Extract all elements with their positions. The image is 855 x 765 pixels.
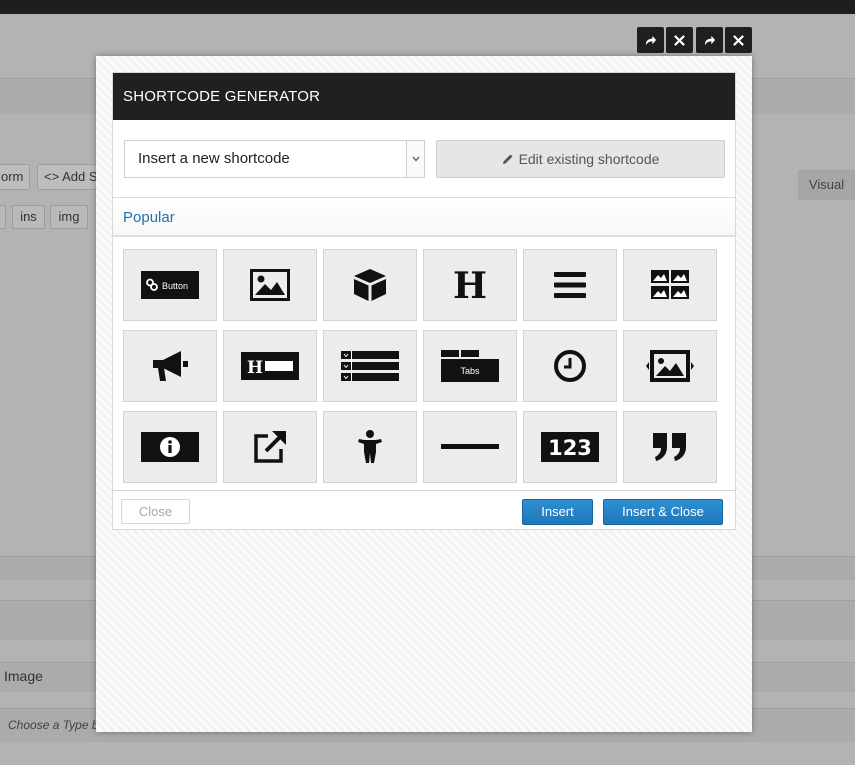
shortcode-tile-clock[interactable] (523, 330, 617, 402)
person-icon (358, 430, 382, 463)
box-icon (354, 269, 386, 301)
menu-bars-icon (554, 272, 586, 298)
megaphone-icon (153, 351, 188, 381)
shortcode-tile-link[interactable] (223, 411, 317, 483)
shortcode-tile-divider[interactable] (423, 411, 517, 483)
insert-and-close-button[interactable]: Insert & Close (603, 499, 723, 525)
heading-box-icon: H (241, 352, 299, 380)
bg-visual-tab: Visual (798, 170, 855, 200)
shortcode-tile-button[interactable]: Button (123, 249, 217, 321)
shortcode-tile-image-slider[interactable] (623, 330, 717, 402)
svg-text:H: H (453, 268, 487, 302)
heading-icon: H (453, 268, 487, 302)
shortcode-tile-menu[interactable] (523, 249, 617, 321)
button-icon: Button (141, 271, 199, 299)
shortcode-tile-gallery[interactable] (623, 249, 717, 321)
close-icon (733, 34, 744, 46)
bg-quicktag-ins: ins (12, 205, 45, 229)
bg-quicktag-img: img (50, 205, 88, 229)
insert-button[interactable]: Insert (522, 499, 593, 525)
popular-section-header[interactable]: Popular (113, 198, 735, 237)
shortcode-tile-tabs[interactable]: Tabs (423, 330, 517, 402)
list-icon (341, 351, 399, 381)
svg-text:Tabs: Tabs (460, 366, 480, 376)
image-slider-icon (646, 350, 694, 382)
shortcode-select[interactable]: Insert a new shortcode (124, 140, 425, 178)
redo-button[interactable] (637, 27, 664, 53)
shortcode-panel: SHORTCODE GENERATOR Insert a new shortco… (112, 72, 736, 530)
redo-button-2[interactable] (696, 27, 723, 53)
modal-footer: Close Insert Insert & Close (113, 492, 735, 529)
close-x-button-2[interactable] (725, 27, 752, 53)
close-x-button[interactable] (666, 27, 693, 53)
bg-form-button: orm (0, 164, 30, 190)
shortcode-tile-announcement[interactable] (123, 330, 217, 402)
image-icon (250, 269, 290, 301)
clock-icon (554, 350, 586, 382)
redo-arrow-icon (704, 35, 716, 45)
shortcode-generator-modal: SHORTCODE GENERATOR Insert a new shortco… (96, 56, 752, 732)
bg-field-label: Image (4, 668, 43, 684)
bg-add-button: <> Add S (37, 164, 97, 190)
edit-existing-button[interactable]: Edit existing shortcode (436, 140, 725, 178)
modal-title: SHORTCODE GENERATOR (113, 73, 735, 120)
chevron-down-icon (406, 141, 424, 177)
pencil-icon (502, 154, 513, 164)
quote-icon (653, 433, 686, 461)
svg-text:123: 123 (548, 436, 592, 460)
shortcode-tile-counter[interactable]: 123 (523, 411, 617, 483)
close-icon (674, 34, 685, 46)
info-box-icon (141, 432, 199, 462)
shortcode-action-row: Insert a new shortcode Edit existing sho… (113, 120, 735, 198)
bg-add-label: Add S (62, 169, 97, 184)
edit-existing-label: Edit existing shortcode (518, 151, 660, 167)
shortcode-tile-heading[interactable]: H (423, 249, 517, 321)
shortcode-grid: Button H H Tabs 123 (113, 239, 735, 491)
popular-section-label: Popular (123, 209, 175, 226)
bg-quicktag-stub (0, 205, 6, 229)
close-button[interactable]: Close (121, 499, 190, 524)
shortcode-select-value: Insert a new shortcode (138, 150, 290, 167)
divider-icon (441, 444, 499, 449)
shortcode-tile-box[interactable] (323, 249, 417, 321)
external-link-icon (254, 431, 286, 463)
shortcode-tile-image[interactable] (223, 249, 317, 321)
shortcode-tile-heading-box[interactable]: H (223, 330, 317, 402)
svg-text:Button: Button (162, 281, 188, 291)
shortcode-tile-quote[interactable] (623, 411, 717, 483)
tabs-icon: Tabs (441, 350, 499, 382)
code-icon: <> (44, 169, 60, 184)
redo-arrow-icon (645, 35, 657, 45)
svg-text:H: H (247, 358, 263, 378)
shortcode-tile-list[interactable] (323, 330, 417, 402)
shortcode-tile-person[interactable] (323, 411, 417, 483)
shortcode-tile-info-box[interactable] (123, 411, 217, 483)
admin-top-bar (0, 0, 855, 14)
counter-icon: 123 (541, 432, 599, 462)
gallery-icon (651, 270, 689, 299)
